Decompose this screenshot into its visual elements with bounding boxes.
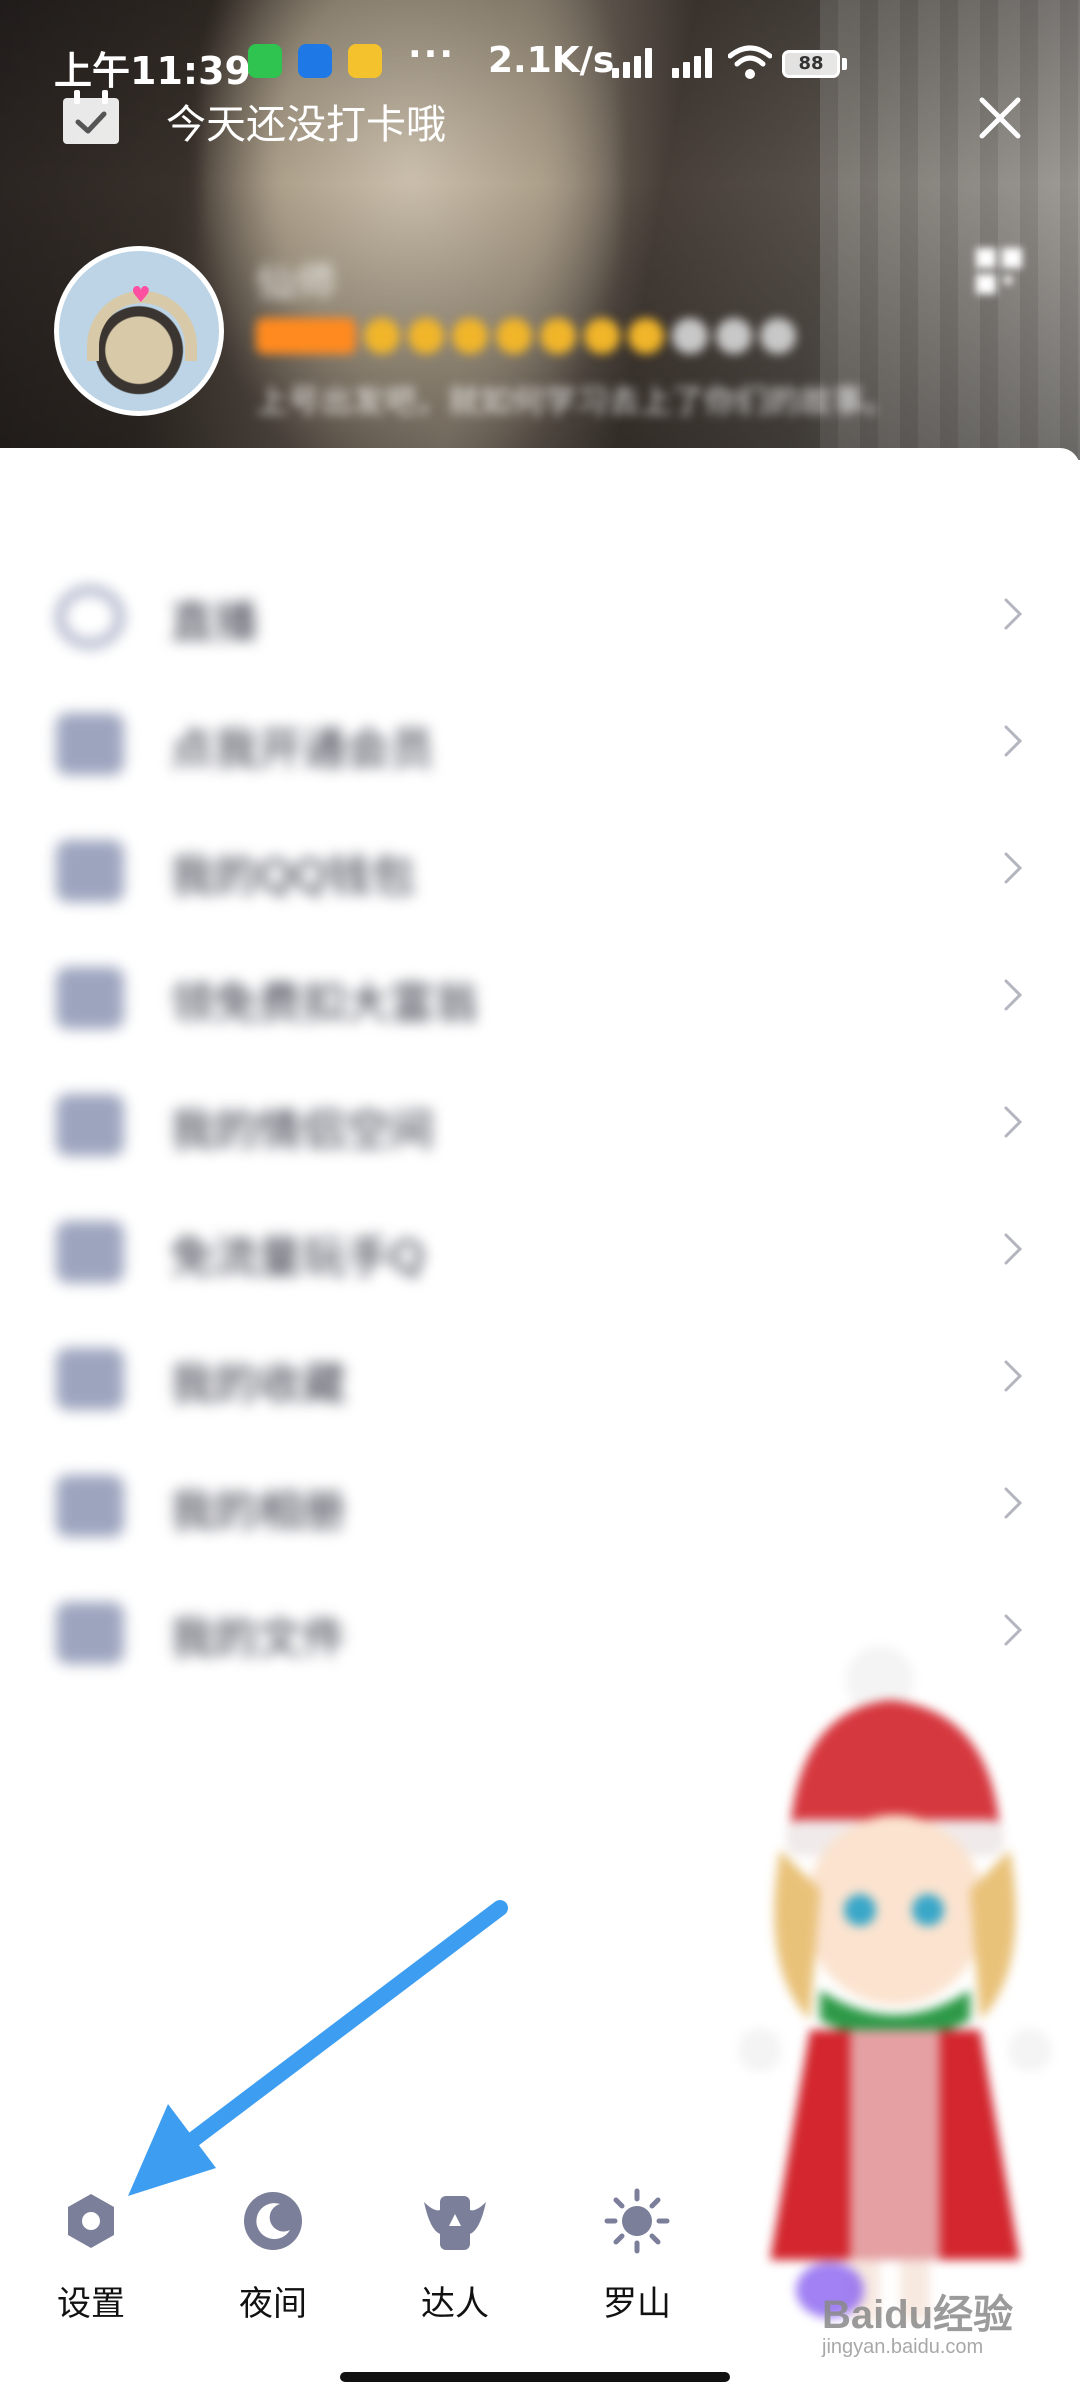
talent-label: 达人 xyxy=(421,2284,489,2324)
star-badge-icon xyxy=(540,318,576,354)
network-speed: 2.1K/s xyxy=(488,40,615,81)
battery-indicator: 88 xyxy=(782,50,840,78)
star-badge-icon xyxy=(584,318,620,354)
menu-item-album[interactable]: 我的相册 xyxy=(0,1441,1080,1568)
more-notifications-icon: ··· xyxy=(408,34,456,75)
menu-item-bookmark[interactable]: 我的收藏 xyxy=(0,1314,1080,1441)
weather-sun-icon xyxy=(604,2188,670,2254)
menu-item-wallet[interactable]: 我的QQ钱包 xyxy=(0,806,1080,933)
dress-icon xyxy=(56,967,124,1029)
live-icon xyxy=(56,586,124,648)
chevron-right-icon xyxy=(1004,1360,1023,1392)
chevron-right-icon xyxy=(1004,1233,1023,1265)
status-time: 上午11:39 xyxy=(54,49,251,93)
moon-badge-icon xyxy=(452,318,488,354)
level-badges[interactable] xyxy=(256,318,916,362)
level-badge-icon xyxy=(672,318,708,354)
watermark-logo: Baidu经验 xyxy=(822,2293,1014,2337)
heart-icon: ♥ xyxy=(131,283,151,308)
home-indicator[interactable] xyxy=(340,2372,730,2382)
qq-icon xyxy=(298,44,332,78)
menu-item-label: 我的情侣空间 xyxy=(170,1105,434,1156)
menu-item-label: 我的QQ钱包 xyxy=(170,851,416,902)
qr-code-icon[interactable] xyxy=(974,246,1024,296)
settings-icon xyxy=(68,2194,114,2248)
avatar[interactable]: ♥ xyxy=(54,246,224,416)
chevron-right-icon xyxy=(1004,1106,1023,1138)
bookmark-icon xyxy=(56,1348,124,1410)
talent-button[interactable]: 达人 xyxy=(390,2180,520,2324)
close-icon[interactable] xyxy=(970,88,1030,148)
menu-item-label: 领免费扣大富翁 xyxy=(170,978,478,1029)
weibo-icon xyxy=(348,44,382,78)
album-icon xyxy=(56,1475,124,1537)
night-mode-label: 夜间 xyxy=(239,2284,307,2324)
status-bar: 上午11:39 ··· 2.1K/s 88 xyxy=(0,30,1080,100)
chevron-right-icon xyxy=(1004,598,1023,630)
app-drawer: 上午11:39 ··· 2.1K/s 88 今天还没打卡哦 ♥ 仙师 上号出发吧… xyxy=(0,0,1080,2400)
chevron-right-icon xyxy=(1004,725,1023,757)
menu-item-label: 我的文件 xyxy=(170,1613,346,1664)
moon-badge-icon xyxy=(496,318,532,354)
watermark-url: jingyan.baidu.com xyxy=(822,2336,984,2358)
chevron-right-icon xyxy=(1004,979,1023,1011)
watermark: Baidu经验 jingyan.baidu.com xyxy=(822,2282,1052,2362)
menu-item-vip[interactable]: 点我开通会员 xyxy=(0,679,1080,806)
menu-item-live[interactable]: 直播 xyxy=(0,552,1080,679)
menu-item-label: 免流量玩手Q xyxy=(170,1232,425,1283)
wifi-icon xyxy=(728,45,772,79)
wallet-icon xyxy=(56,840,124,902)
moon-badge-icon xyxy=(408,318,444,354)
menu-item-label: 点我开通会员 xyxy=(170,724,434,775)
settings-label: 设置 xyxy=(57,2284,125,2324)
menu-item-flow[interactable]: 免流量玩手Q xyxy=(0,1187,1080,1314)
moon-icon xyxy=(244,2192,302,2250)
wechat-icon xyxy=(248,44,282,78)
bottom-shortcuts: 设置 夜间 达人 罗山 xyxy=(0,2180,760,2324)
vip-badge-icon xyxy=(256,318,356,354)
star-badge-icon xyxy=(628,318,664,354)
chevron-right-icon xyxy=(1004,1487,1023,1519)
calendar-check-icon[interactable] xyxy=(60,90,122,146)
vip-icon xyxy=(56,713,124,775)
level-badge-icon xyxy=(760,318,796,354)
talent-icon xyxy=(424,2196,486,2250)
profile-signature[interactable]: 上号出发吧，就如何学习去上了你们的故事。 xyxy=(256,376,1016,422)
drawer-menu: 直播 点我开通会员 我的QQ钱包 领免费扣大富翁 我的情侣空间 免流量玩手Q 我… xyxy=(0,552,1080,1695)
profile-header: 上午11:39 ··· 2.1K/s 88 今天还没打卡哦 ♥ 仙师 上号出发吧… xyxy=(0,0,1080,460)
menu-item-dress[interactable]: 领免费扣大富翁 xyxy=(0,933,1080,1060)
flow-icon xyxy=(56,1221,124,1283)
weather-button[interactable]: 罗山 xyxy=(572,2180,702,2324)
menu-item-label: 我的相册 xyxy=(170,1486,346,1537)
level-badge-icon xyxy=(716,318,752,354)
chevron-right-icon xyxy=(1004,852,1023,884)
couple-icon xyxy=(56,1094,124,1156)
menu-item-couple[interactable]: 我的情侣空间 xyxy=(0,1060,1080,1187)
weather-label: 罗山 xyxy=(603,2284,671,2324)
settings-button[interactable]: 设置 xyxy=(26,2180,156,2324)
signal-icon-2 xyxy=(672,48,718,78)
menu-item-label: 我的收藏 xyxy=(170,1359,346,1410)
nickname[interactable]: 仙师 xyxy=(256,250,336,308)
night-mode-button[interactable]: 夜间 xyxy=(208,2180,338,2324)
folder-icon xyxy=(56,1602,124,1664)
crown-icon xyxy=(364,318,400,354)
battery-tip xyxy=(842,58,847,70)
signal-icon xyxy=(612,48,658,78)
checkin-prompt[interactable]: 今天还没打卡哦 xyxy=(166,92,446,150)
header-edge xyxy=(0,448,1080,460)
menu-item-label: 直播 xyxy=(170,597,258,648)
